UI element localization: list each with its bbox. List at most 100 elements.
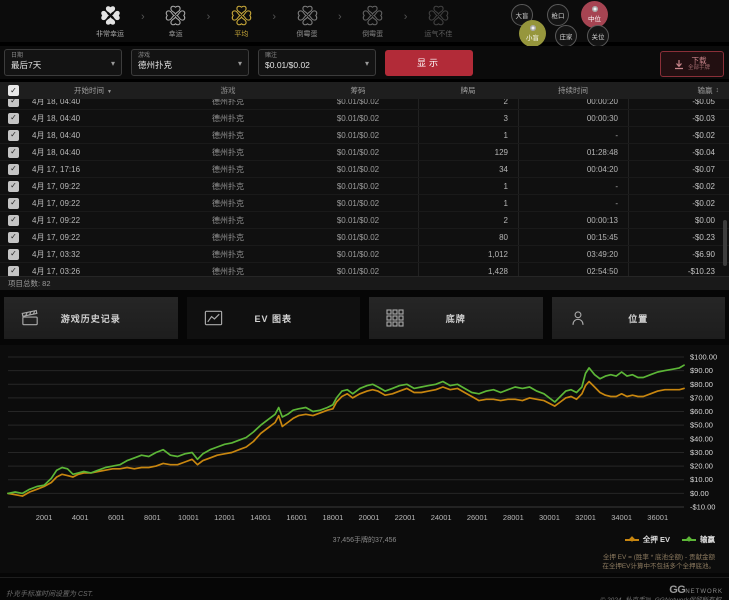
table-row[interactable]: ✓ 4月 17, 09:22 德州扑克 $0.01/$0.02 1 - -$0.… (0, 178, 729, 195)
game-filter-dropdown[interactable]: 游戏 德州扑克 ▾ (131, 49, 249, 76)
position-middle-selected[interactable]: 中位 (581, 1, 608, 28)
table-scrollbar-thumb[interactable] (723, 220, 727, 266)
caret-down-icon: ▾ (365, 59, 369, 68)
header-game[interactable]: 游戏 (158, 85, 298, 96)
tab-hole-cards[interactable]: 底牌 (369, 297, 543, 339)
row-checkbox[interactable]: ✓ (8, 113, 19, 124)
copyright-text: © 2024, 扑克手™. GGNetwork保留所有权. (600, 594, 723, 600)
cell-duration: 00:00:30 (518, 110, 628, 126)
cell-hands: 34 (418, 161, 518, 177)
person-icon (568, 308, 588, 328)
show-button[interactable]: 显示 (385, 50, 473, 76)
header-winnings[interactable]: 输赢↕ (628, 82, 729, 99)
svg-text:16001: 16001 (286, 513, 307, 522)
cell-win: -$0.23 (628, 229, 729, 245)
stakes-filter-dropdown[interactable]: 赌注 $0.01/$0.02 ▾ (258, 49, 376, 76)
table-row[interactable]: ✓ 4月 18, 04:40 德州扑克 $0.01/$0.02 129 01:2… (0, 144, 729, 161)
cell-game: 德州扑克 (158, 198, 298, 209)
position-label: 庄家 (560, 31, 573, 41)
tab-position[interactable]: 位置 (552, 297, 726, 339)
position-label: 小盲 (526, 32, 539, 42)
luck-step-label: 倒霉蛋 (297, 29, 318, 39)
cell-date: 4月 17, 09:22 (28, 215, 158, 226)
cell-date: 4月 18, 04:40 (28, 147, 158, 158)
row-checkbox-glyph: ✓ (10, 199, 17, 207)
clapperboard-icon (20, 308, 41, 328)
svg-text:14001: 14001 (250, 513, 271, 522)
row-checkbox[interactable]: ✓ (8, 249, 19, 260)
row-checkbox[interactable]: ✓ (8, 198, 19, 209)
chevron-right-icon: › (141, 11, 145, 23)
position-utg[interactable]: 枪口 (547, 4, 569, 26)
svg-text:36001: 36001 (647, 513, 668, 522)
cell-win: -$10.23 (628, 263, 729, 276)
game-filter-value: 德州扑克 (138, 60, 242, 71)
svg-text:8001: 8001 (144, 513, 161, 522)
cell-win: -$0.07 (628, 161, 729, 177)
cell-hands: 1 (418, 195, 518, 211)
cell-date: 4月 17, 09:22 (28, 198, 158, 209)
cell-win: $0.00 (628, 212, 729, 228)
svg-text:10001: 10001 (178, 513, 199, 522)
table-row[interactable]: ✓ 4月 18, 04:40 德州扑克 $0.01/$0.02 2 00:00:… (0, 99, 729, 110)
position-cutoff[interactable]: 关位 (587, 25, 609, 47)
legend-marker (625, 539, 639, 541)
table-row[interactable]: ✓ 4月 17, 03:26 德州扑克 $0.01/$0.02 1,428 02… (0, 263, 729, 276)
svg-text:6001: 6001 (108, 513, 125, 522)
legend-allin-ev: 全押 EV (625, 534, 670, 545)
cell-duration: 00:15:45 (518, 229, 628, 245)
row-checkbox[interactable]: ✓ (8, 164, 19, 175)
table-row[interactable]: ✓ 4月 18, 04:40 德州扑克 $0.01/$0.02 3 00:00:… (0, 110, 729, 127)
app-root: 非常幸运 › 幸运 › 平均 › 倒霉蛋 › 倒霉蛋 › (0, 0, 729, 600)
download-all-hands-button[interactable]: 下载 全部手牌 (660, 51, 724, 77)
svg-text:$0.00: $0.00 (690, 489, 709, 498)
cell-date: 4月 17, 03:32 (28, 249, 158, 260)
select-all-checkbox[interactable]: ✓ (8, 85, 19, 96)
luck-step-lucky: 幸运 (154, 4, 198, 39)
ev-chart-panel: $100.00$90.00$80.00$70.00$60.00$50.00$40… (0, 345, 729, 573)
svg-text:28001: 28001 (503, 513, 524, 522)
cell-duration: 02:54:50 (518, 263, 628, 276)
row-checkbox[interactable]: ✓ (8, 147, 19, 158)
header-duration[interactable]: 持续时间 (518, 82, 628, 99)
luck-step-very-unlucky: 倒霉蛋 (351, 4, 395, 39)
header-hands[interactable]: 牌局 (418, 82, 518, 99)
caret-down-icon: ▾ (238, 59, 242, 68)
header-stakes[interactable]: 筹码 (298, 85, 418, 96)
table-row[interactable]: ✓ 4月 18, 04:40 德州扑克 $0.01/$0.02 1 - -$0.… (0, 127, 729, 144)
row-checkbox-glyph: ✓ (10, 267, 17, 275)
position-button[interactable]: 庄家 (555, 25, 577, 47)
table-row[interactable]: ✓ 4月 17, 09:22 德州扑克 $0.01/$0.02 80 00:15… (0, 229, 729, 246)
row-checkbox-glyph: ✓ (10, 165, 17, 173)
row-checkbox-glyph: ✓ (10, 131, 17, 139)
row-checkbox[interactable]: ✓ (8, 232, 19, 243)
tab-game-history[interactable]: 游戏历史记录 (4, 297, 178, 339)
row-checkbox[interactable]: ✓ (8, 181, 19, 192)
svg-text:32001: 32001 (575, 513, 596, 522)
cell-stakes: $0.01/$0.02 (298, 250, 418, 259)
svg-text:24001: 24001 (431, 513, 452, 522)
download-label: 下载 (688, 57, 710, 65)
header-start-time[interactable]: 开始时间▼ (28, 85, 158, 96)
row-checkbox[interactable]: ✓ (8, 130, 19, 141)
tab-ev-chart[interactable]: EV 图表 (187, 297, 361, 339)
table-row[interactable]: ✓ 4月 17, 09:22 德州扑克 $0.01/$0.02 1 - -$0.… (0, 195, 729, 212)
stakes-filter-label: 赌注 (265, 53, 369, 60)
caret-down-icon: ▾ (111, 59, 115, 68)
cell-win: -$0.02 (628, 195, 729, 211)
cell-win: -$6.90 (628, 246, 729, 262)
row-checkbox[interactable]: ✓ (8, 99, 19, 107)
download-sublabel: 全部手牌 (688, 65, 710, 71)
row-checkbox[interactable]: ✓ (8, 215, 19, 226)
table-row[interactable]: ✓ 4月 17, 03:32 德州扑克 $0.01/$0.02 1,012 03… (0, 246, 729, 263)
cell-hands: 1,428 (418, 263, 518, 276)
table-row[interactable]: ✓ 4月 17, 17:16 德州扑克 $0.01/$0.02 34 00:04… (0, 161, 729, 178)
cell-hands: 1,012 (418, 246, 518, 262)
cell-date: 4月 17, 09:22 (28, 232, 158, 243)
position-small-blind-selected[interactable]: 小盲 (519, 20, 546, 47)
row-checkbox[interactable]: ✓ (8, 266, 19, 277)
date-filter-dropdown[interactable]: 日期 最后7天 ▾ (4, 49, 122, 76)
hands-count-label: 37,456手牌的37,456 (0, 535, 729, 545)
cell-stakes: $0.01/$0.02 (298, 182, 418, 191)
table-row[interactable]: ✓ 4月 17, 09:22 德州扑克 $0.01/$0.02 2 00:00:… (0, 212, 729, 229)
